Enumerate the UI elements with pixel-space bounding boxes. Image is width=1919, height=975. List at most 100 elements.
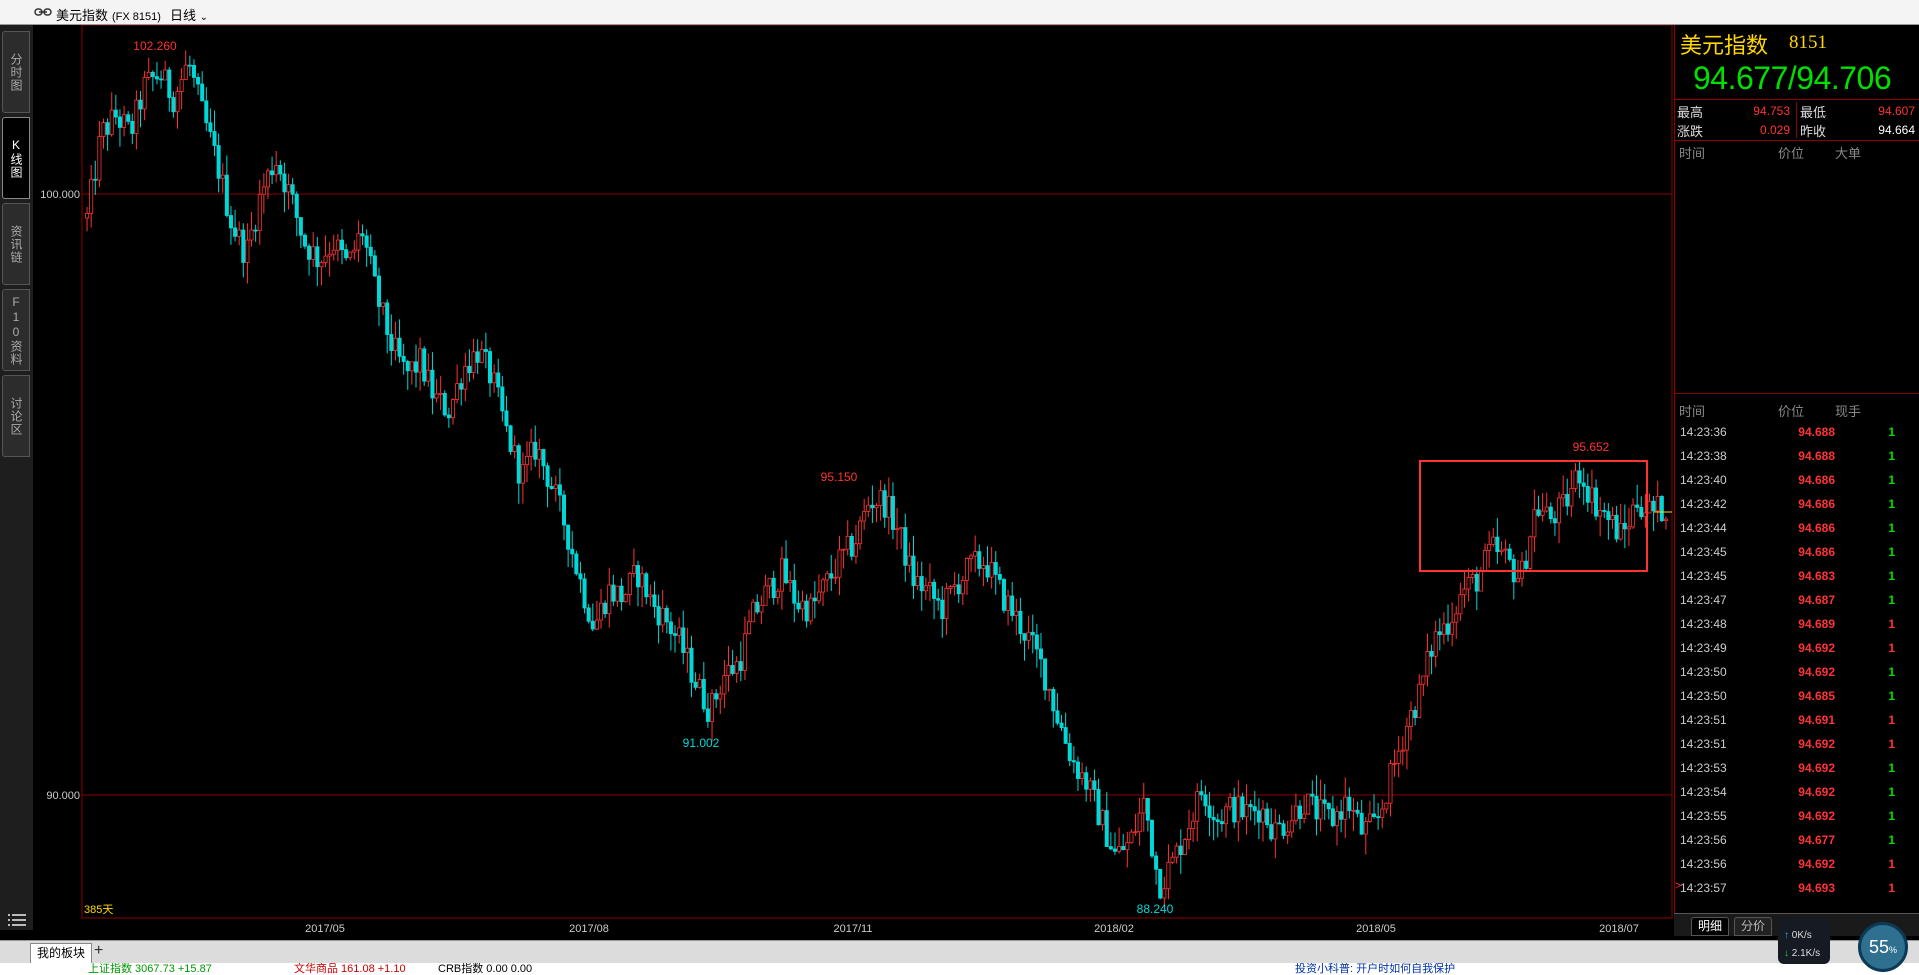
tick-row[interactable]: 14:23:42 94.686 1	[1675, 491, 1919, 515]
candle-body	[1458, 594, 1463, 615]
kline-chart[interactable]: 100.000 90.000 102.260 95.150 91.002 88.…	[33, 25, 1674, 940]
download-value: 2.1K/s	[1791, 948, 1821, 959]
ticker-crb[interactable]: CRB指数 0.00 0.00	[438, 963, 532, 975]
ticker-shanghai[interactable]: 上证指数 3067.73 +15.87	[88, 963, 212, 975]
candle-body	[459, 383, 464, 390]
candle-body	[381, 302, 386, 307]
tick-row[interactable]: >14:23:57 94.693 1	[1675, 875, 1919, 899]
candle-body	[1626, 526, 1631, 530]
candle-body	[1347, 796, 1352, 812]
candle-body	[520, 464, 525, 484]
tick-row[interactable]: 14:23:38 94.688 1	[1675, 443, 1919, 467]
candle-body	[779, 558, 784, 592]
candle-body	[582, 578, 587, 609]
tab-discussion[interactable]: 讨论区	[2, 375, 30, 457]
chevron-down-icon: ⌄	[199, 12, 209, 23]
add-block-button[interactable]: +	[94, 942, 103, 960]
candle-body	[1244, 804, 1249, 818]
tick-size: 1	[1888, 833, 1895, 847]
tick-row[interactable]: 14:23:51 94.692 1	[1675, 731, 1919, 755]
tick-row[interactable]: 14:23:56 94.677 1	[1675, 827, 1919, 851]
candle-body	[479, 349, 484, 363]
tick-row[interactable]: 14:23:49 94.692 1	[1675, 635, 1919, 659]
ticker-wenhua[interactable]: 文华商品 161.08 +1.10	[294, 963, 406, 975]
candle-body	[829, 573, 834, 579]
tick-row[interactable]: 14:23:40 94.686 1	[1675, 467, 1919, 491]
tab-kline[interactable]: K线图	[2, 117, 30, 199]
candle-body	[85, 212, 90, 219]
candle-body	[1351, 809, 1356, 812]
tick-row[interactable]: 14:23:36 94.688 1	[1675, 419, 1919, 443]
tick-row[interactable]: 14:23:47 94.687 1	[1675, 587, 1919, 611]
candle-body	[594, 619, 599, 630]
tick-row[interactable]: 14:23:53 94.692 1	[1675, 755, 1919, 779]
candle-body	[590, 620, 595, 630]
candle-body	[1622, 522, 1627, 530]
tick-row[interactable]: 14:23:44 94.686 1	[1675, 515, 1919, 539]
tick-row[interactable]: 14:23:45 94.683 1	[1675, 563, 1919, 587]
candle-body	[742, 633, 747, 671]
link-icon	[34, 8, 52, 16]
candle-body	[833, 576, 838, 579]
tab-f10[interactable]: F10资料	[2, 289, 30, 371]
candle-body	[253, 229, 258, 232]
period-selector[interactable]: 日线 ⌄	[170, 5, 208, 24]
tick-row[interactable]: 14:23:56 94.692 1	[1675, 851, 1919, 875]
menu-icon[interactable]	[8, 913, 26, 927]
tick-row[interactable]: 14:23:50 94.685 1	[1675, 683, 1919, 707]
candle-body	[216, 145, 221, 179]
candle-body	[640, 573, 645, 588]
tick-size: 1	[1888, 497, 1895, 511]
candle-body	[1211, 817, 1216, 821]
candle-body	[1034, 634, 1039, 650]
candle-body	[936, 598, 941, 601]
tab-news[interactable]: 资讯链	[2, 203, 30, 285]
candle-body	[1573, 470, 1578, 489]
candle-body	[1223, 806, 1228, 825]
candle-body	[858, 520, 863, 545]
candle-body	[1404, 725, 1409, 751]
tick-price: 94.691	[1798, 713, 1835, 727]
candle-body	[220, 174, 225, 179]
block-bar: 我的板块 +	[0, 940, 1919, 964]
candle-body	[985, 565, 990, 578]
tick-row[interactable]: 14:23:55 94.692 1	[1675, 803, 1919, 827]
tab-detail[interactable]: 明细	[1691, 917, 1730, 936]
candle-body	[446, 414, 451, 419]
candle-body	[755, 601, 760, 613]
tick-row[interactable]: 14:23:48 94.689 1	[1675, 611, 1919, 635]
tick-time: 14:23:45	[1680, 545, 1727, 559]
tick-row[interactable]: 14:23:54 94.692 1	[1675, 779, 1919, 803]
ticker-news[interactable]: 投资小科普: 开户时如何自我保护	[1295, 963, 1455, 975]
candle-body	[138, 99, 143, 110]
tick-row[interactable]: 14:23:45 94.686 1	[1675, 539, 1919, 563]
tick-row[interactable]: 14:23:51 94.691 1	[1675, 707, 1919, 731]
y-tick-label: 90.000	[46, 790, 80, 802]
network-speed-widget[interactable]: ↑ 0K/s ↓ 2.1K/s 55%	[1776, 918, 1919, 975]
candle-body	[467, 365, 472, 374]
candle-body	[356, 233, 361, 251]
candle-body	[97, 136, 102, 181]
candle-body	[952, 584, 957, 587]
candle-body	[1618, 522, 1623, 540]
tab-price-breakdown[interactable]: 分价	[1734, 917, 1773, 936]
tab-my-blocks[interactable]: 我的板块	[30, 943, 93, 964]
tab-intraday[interactable]: 分时图	[2, 31, 30, 113]
candle-body	[298, 217, 303, 236]
candle-body	[101, 122, 106, 137]
candle-body	[1561, 493, 1566, 499]
tick-price: 94.686	[1798, 497, 1835, 511]
memory-usage-gauge[interactable]: 55%	[1858, 922, 1908, 972]
tick-time: 14:23:55	[1680, 809, 1727, 823]
candle-body	[1145, 798, 1150, 821]
candle-body	[261, 186, 266, 195]
upload-speed: ↑ 0K/s	[1784, 930, 1812, 941]
candle-body	[1425, 650, 1430, 677]
candle-body	[533, 441, 538, 460]
candle-body	[167, 69, 172, 98]
candle-body	[997, 574, 1002, 580]
candle-body	[409, 361, 414, 372]
kline-chart-svg[interactable]: 100.000 90.000 102.260 95.150 91.002 88.…	[33, 25, 1674, 940]
tick-row[interactable]: 14:23:50 94.692 1	[1675, 659, 1919, 683]
candle-body	[1252, 806, 1257, 812]
